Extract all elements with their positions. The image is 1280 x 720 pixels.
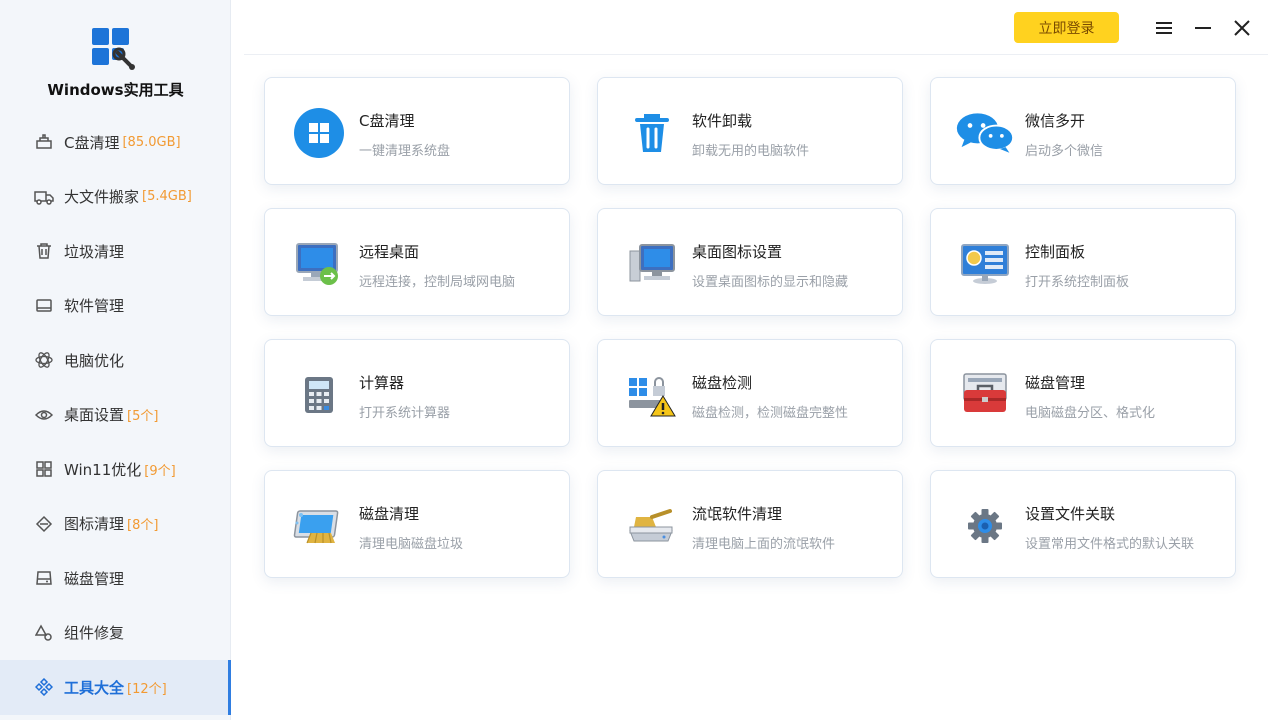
tool-card-c-drive-clean[interactable]: C盘清理 一键清理系统盘 — [264, 77, 570, 185]
sidebar-item-toolbox[interactable]: 工具大全 [12个] — [0, 660, 231, 715]
calculator-icon — [289, 369, 349, 421]
minimize-icon[interactable] — [1189, 14, 1217, 42]
sidebar: Windows实用工具 C盘清理 [85.0GB] 大文件搬家 [5.4GB] … — [0, 0, 231, 720]
toolbox-icon — [955, 369, 1015, 421]
sidebar-item-junk-clean[interactable]: 垃圾清理 — [0, 224, 231, 279]
tool-card-software-uninstall[interactable]: 软件卸载 卸载无用的电脑软件 — [597, 77, 903, 185]
tool-card-desktop-icon-settings[interactable]: 桌面图标设置 设置桌面图标的显示和隐藏 — [597, 208, 903, 316]
tool-card-file-association[interactable]: 设置文件关联 设置常用文件格式的默认关联 — [930, 470, 1236, 578]
tool-description: 打开系统计算器 — [359, 406, 451, 421]
sidebar-item-count: [8个] — [127, 518, 159, 534]
control-panel-icon — [955, 238, 1015, 290]
sidebar-item-count: [12个] — [127, 681, 167, 697]
sidebar-item-label: 工具大全 — [64, 678, 125, 697]
tool-title: 计算器 — [359, 374, 405, 392]
sidebar-item-software-manage[interactable]: 软件管理 — [0, 279, 231, 334]
eye-icon — [34, 405, 54, 425]
tool-card-calculator[interactable]: 计算器 打开系统计算器 — [264, 339, 570, 447]
sidebar-item-label: 组件修复 — [64, 624, 125, 643]
tool-description: 设置常用文件格式的默认关联 — [1025, 537, 1195, 552]
desktop-computer-icon — [622, 238, 682, 290]
broom-icon — [34, 132, 54, 152]
tool-title: 软件卸载 — [692, 112, 753, 130]
header-divider — [244, 54, 1268, 55]
tool-title: 远程桌面 — [359, 243, 420, 261]
tool-card-disk-cleanup[interactable]: 磁盘清理 清理电脑磁盘垃圾 — [264, 470, 570, 578]
wechat-icon — [955, 107, 1015, 159]
sidebar-item-count: [85.0GB] — [122, 134, 181, 150]
menu-icon[interactable] — [1150, 14, 1178, 42]
sidebar-item-component-repair[interactable]: 组件修复 — [0, 606, 231, 661]
sidebar-item-label: C盘清理 — [64, 133, 120, 152]
truck-icon — [34, 187, 54, 207]
sidebar-item-label: 图标清理 — [64, 515, 125, 534]
remote-desktop-icon — [289, 238, 349, 290]
disk-cleanup-icon — [289, 500, 349, 552]
tool-description: 设置桌面图标的显示和隐藏 — [692, 275, 849, 290]
sidebar-item-large-file-move[interactable]: 大文件搬家 [5.4GB] — [0, 170, 231, 225]
tool-description: 电脑磁盘分区、格式化 — [1025, 406, 1156, 421]
trash-can-icon — [622, 107, 682, 159]
app-logo-icon — [92, 28, 138, 70]
tool-description: 清理电脑磁盘垃圾 — [359, 537, 464, 552]
sidebar-item-label: 磁盘管理 — [64, 569, 125, 588]
sidebar-item-label: Win11优化 — [64, 460, 142, 479]
sidebar-item-count: [5个] — [127, 409, 159, 425]
tool-title: 设置文件关联 — [1025, 505, 1116, 523]
tool-card-wechat-multi[interactable]: 微信多开 启动多个微信 — [930, 77, 1236, 185]
sidebar-item-desktop-settings[interactable]: 桌面设置 [5个] — [0, 388, 231, 443]
tool-card-disk-check[interactable]: 磁盘检测 磁盘检测，检测磁盘完整性 — [597, 339, 903, 447]
tool-description: 远程连接，控制局域网电脑 — [359, 275, 516, 290]
monitor-icon — [34, 296, 54, 316]
tools-icon — [34, 677, 54, 697]
tool-title: 桌面图标设置 — [692, 243, 783, 261]
tool-title: 磁盘管理 — [1025, 374, 1086, 392]
tool-title: 微信多开 — [1025, 112, 1086, 130]
shapes-icon — [34, 623, 54, 643]
tool-description: 一键清理系统盘 — [359, 144, 451, 159]
tool-description: 打开系统控制面板 — [1025, 275, 1130, 290]
tool-description: 卸载无用的电脑软件 — [692, 144, 810, 159]
sidebar-item-label: 垃圾清理 — [64, 242, 125, 261]
sidebar-item-label: 桌面设置 — [64, 406, 125, 425]
close-icon[interactable] — [1228, 14, 1256, 42]
sidebar-item-disk-manage[interactable]: 磁盘管理 — [0, 551, 231, 606]
tool-title: C盘清理 — [359, 112, 415, 130]
atom-icon — [34, 350, 54, 370]
gear-icon — [955, 500, 1015, 552]
windows-logo-icon — [289, 107, 349, 159]
sidebar-item-label: 大文件搬家 — [64, 188, 140, 207]
app-title: Windows实用工具 — [47, 81, 184, 99]
diamond-icon — [34, 514, 54, 534]
tool-card-malware-clean[interactable]: 流氓软件清理 清理电脑上面的流氓软件 — [597, 470, 903, 578]
sidebar-item-label: 软件管理 — [64, 297, 125, 316]
disk-icon — [34, 568, 54, 588]
sidebar-item-label: 电脑优化 — [64, 351, 125, 370]
tool-description: 磁盘检测，检测磁盘完整性 — [692, 406, 849, 421]
tool-title: 流氓软件清理 — [692, 505, 783, 523]
sidebar-item-c-drive-clean[interactable]: C盘清理 [85.0GB] — [0, 115, 231, 170]
sidebar-item-pc-optimize[interactable]: 电脑优化 — [0, 333, 231, 388]
tool-description: 启动多个微信 — [1025, 144, 1104, 159]
login-button[interactable]: 立即登录 — [1014, 12, 1119, 43]
tool-card-control-panel[interactable]: 控制面板 打开系统控制面板 — [930, 208, 1236, 316]
sidebar-item-count: [5.4GB] — [142, 189, 192, 205]
tool-title: 磁盘检测 — [692, 374, 753, 392]
tool-title: 控制面板 — [1025, 243, 1086, 261]
tool-title: 磁盘清理 — [359, 505, 420, 523]
disk-check-icon — [622, 369, 682, 421]
sidebar-item-count: [9个] — [144, 463, 176, 479]
trash-icon — [34, 241, 54, 261]
sidebar-nav: C盘清理 [85.0GB] 大文件搬家 [5.4GB] 垃圾清理 软件管理 电脑… — [0, 115, 231, 715]
sidebar-item-win11-optimize[interactable]: Win11优化 [9个] — [0, 442, 231, 497]
tool-description: 清理电脑上面的流氓软件 — [692, 537, 836, 552]
sidebar-item-icon-clean[interactable]: 图标清理 [8个] — [0, 497, 231, 552]
tool-card-disk-manage[interactable]: 磁盘管理 电脑磁盘分区、格式化 — [930, 339, 1236, 447]
tool-card-remote-desktop[interactable]: 远程桌面 远程连接，控制局域网电脑 — [264, 208, 570, 316]
grid-icon — [34, 459, 54, 479]
drive-broom-icon — [622, 500, 682, 552]
